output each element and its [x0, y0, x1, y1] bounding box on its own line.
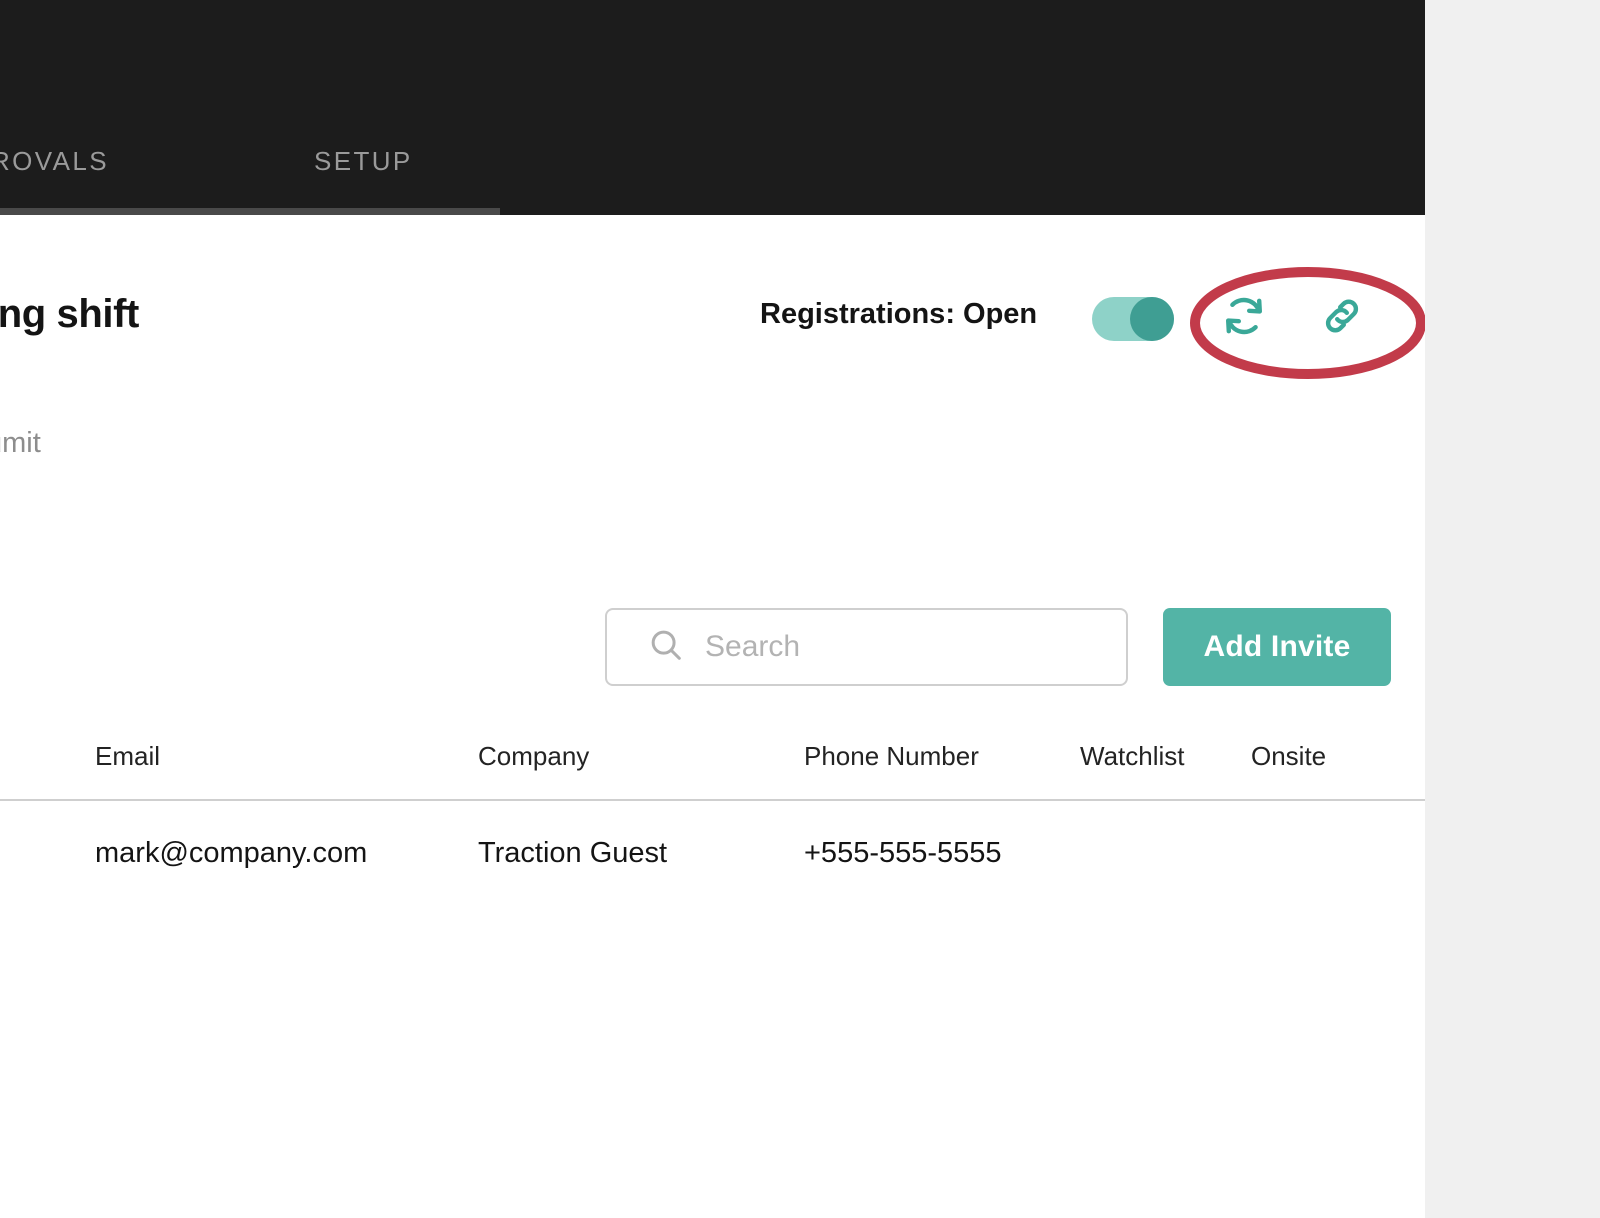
column-header-watchlist[interactable]: Watchlist: [1080, 741, 1185, 772]
column-header-email[interactable]: Email: [95, 741, 160, 772]
app-window: ROVALS SETUP ing shift umit Registration…: [0, 0, 1425, 1218]
invites-table: Email Company Phone Number Watchlist Ons…: [0, 733, 1425, 909]
search-icon: [647, 626, 685, 669]
cell-email: mark@company.com: [95, 837, 368, 869]
column-header-onsite[interactable]: Onsite: [1251, 741, 1326, 772]
link-icon: [1318, 292, 1366, 345]
toggle-knob: [1130, 297, 1174, 341]
table-header-row: Email Company Phone Number Watchlist Ons…: [0, 733, 1425, 801]
screen: ROVALS SETUP ing shift umit Registration…: [0, 0, 1600, 1218]
registrations-toggle[interactable]: [1092, 297, 1174, 341]
column-header-phone-number[interactable]: Phone Number: [804, 741, 979, 772]
list-toolbar: Add Invite: [0, 608, 1425, 690]
cell-phone-number: +555-555-5555: [804, 837, 1002, 869]
cell-company: Traction Guest: [478, 837, 668, 869]
nav-item-setup[interactable]: SETUP: [314, 146, 413, 177]
header-action-group: [1215, 289, 1371, 347]
page-title: ing shift: [0, 292, 139, 336]
search-box[interactable]: [605, 608, 1128, 686]
table-row[interactable]: mark@company.com Traction Guest +555-555…: [0, 801, 1425, 909]
refresh-button[interactable]: [1215, 289, 1273, 347]
page-subtitle: umit: [0, 427, 41, 459]
column-header-company[interactable]: Company: [478, 741, 589, 772]
page-header: ing shift umit Registrations: Open: [0, 215, 1425, 505]
copy-link-button[interactable]: [1313, 289, 1371, 347]
nav-item-approvals[interactable]: ROVALS: [0, 146, 109, 177]
topnav-active-panel-edge: [0, 208, 500, 215]
registration-status-label: Registrations: Open: [760, 298, 1038, 330]
add-invite-button[interactable]: Add Invite: [1163, 608, 1391, 686]
nav-item-list: ROVALS SETUP: [0, 138, 413, 184]
search-input[interactable]: [705, 630, 1105, 664]
refresh-icon: [1220, 292, 1268, 345]
top-navigation-bar: ROVALS SETUP: [0, 0, 1425, 215]
